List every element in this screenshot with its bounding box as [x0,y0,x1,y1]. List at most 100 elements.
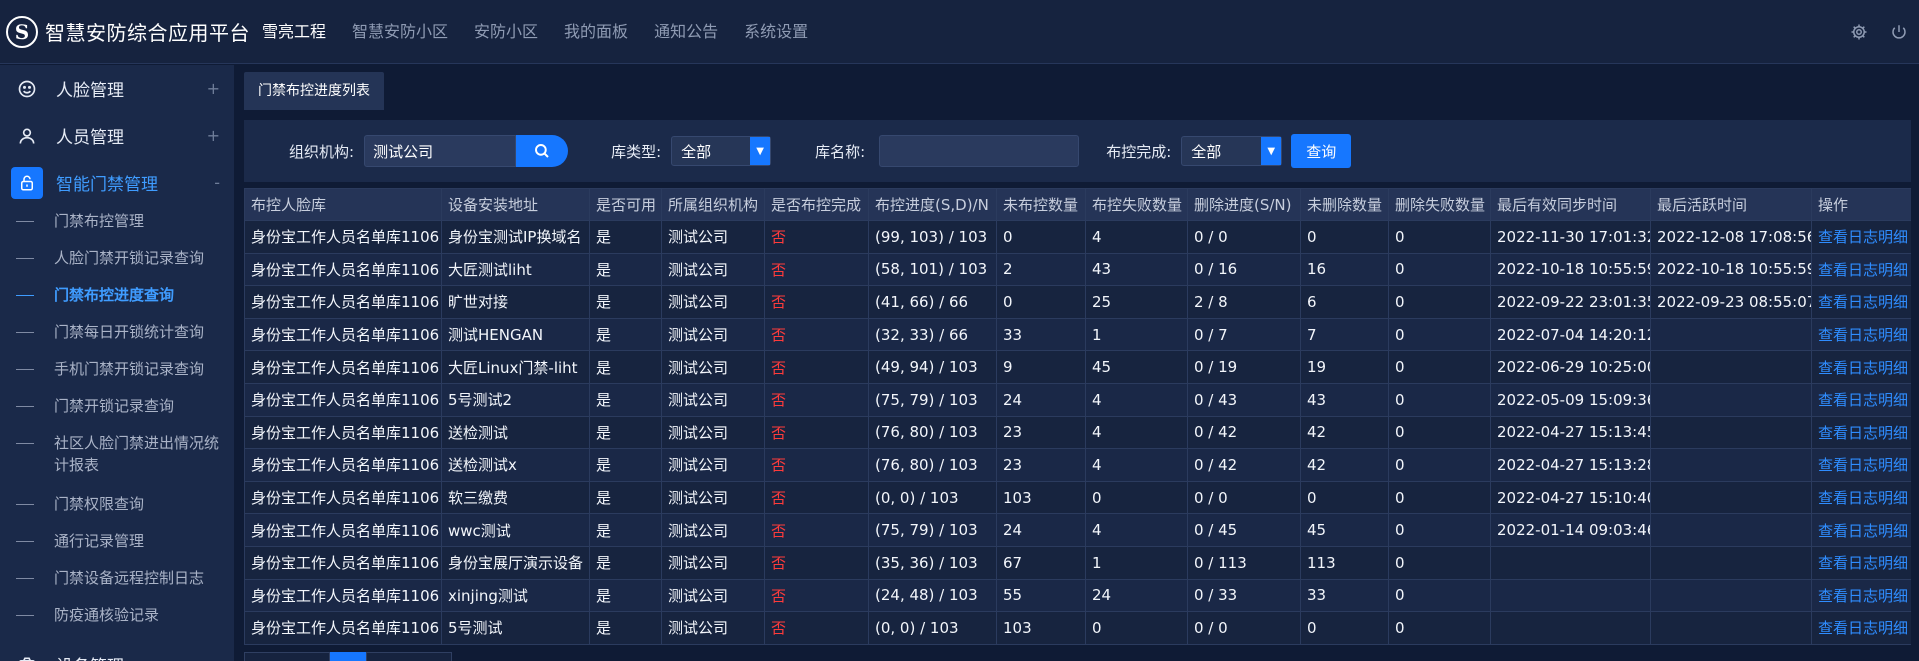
table-cell: 身份宝工作人员名单库1106 [244,480,442,515]
sidebar-group-face[interactable]: 人脸管理 + [0,65,234,112]
table-cell: 25 [1085,285,1188,319]
table-cell: 0 [1085,480,1188,515]
view-log-link[interactable]: 查看日志明细 [1811,415,1911,450]
table-cell: 0 [1300,220,1389,254]
sidebar-item-mobile-unlock-records[interactable]: 手机门禁开锁记录查询 [0,358,234,395]
table-cell: 2022-12-08 17:08:56 [1650,220,1812,254]
sidebar-item-face-unlock-records[interactable]: 人脸门禁开锁记录查询 [0,247,234,284]
page-size-select[interactable] [244,652,330,661]
table-cell: 0 [1300,480,1389,515]
dash-marker [16,332,34,333]
lib-type-select[interactable]: 全部 ▼ [671,136,772,166]
view-log-link[interactable]: 查看日志明细 [1811,252,1911,287]
table-cell: 身份宝工作人员名单库1106 [244,545,442,580]
page-next[interactable] [366,652,452,661]
org-input[interactable]: 测试公司 [364,135,517,167]
table-cell: 2 / 8 [1187,285,1301,319]
view-log-link[interactable]: 查看日志明细 [1811,448,1911,482]
table-cell: 2022-10-18 10:55:59 [1650,252,1812,287]
app-logo[interactable]: S 智慧安防综合应用平台 [0,15,262,48]
sidebar-item-permission-query[interactable]: 门禁权限查询 [0,493,234,530]
table-cell: 9 [996,350,1086,384]
sidebar-item-label: 门禁开锁记录查询 [54,397,175,415]
lib-name-input[interactable] [879,135,1080,167]
tab-deploy-progress-list[interactable]: 门禁布控进度列表 [244,72,384,110]
view-log-link[interactable]: 查看日志明细 [1811,578,1911,613]
table-cell: 身份宝工作人员名单库1106 [244,448,442,482]
nav-item-xueliang[interactable]: 雪亮工程 [262,0,326,64]
sidebar-item-unlock-records[interactable]: 门禁开锁记录查询 [0,395,234,432]
nav-item-smart-community[interactable]: 智慧安防小区 [352,0,448,64]
nav-item-notices[interactable]: 通知公告 [654,0,718,64]
view-log-link[interactable]: 查看日志明细 [1811,545,1911,580]
table-cell: 是 [589,448,662,482]
table-cell: 0 [1388,480,1491,515]
view-log-link[interactable]: 查看日志明细 [1811,317,1911,352]
org-search-button[interactable] [516,135,569,167]
view-log-link[interactable]: 查看日志明细 [1811,285,1911,319]
sidebar-group-device[interactable]: 设备管理 [0,641,234,661]
column-header: 删除失败数量 [1388,188,1491,221]
nav-item-my-panel[interactable]: 我的面板 [564,0,628,64]
page-current[interactable] [330,652,366,661]
table-cell: 4 [1085,513,1188,547]
column-header: 最后活跃时间 [1650,188,1812,221]
table-cell: 0 / 42 [1187,448,1301,482]
sidebar-group-person[interactable]: 人员管理 + [0,112,234,159]
table-cell: 测试公司 [661,382,765,417]
table-row: 身份宝工作人员名单库1106 xinjing测试是测试公司否 (24, 48) / … [244,578,1911,613]
view-log-link[interactable]: 查看日志明细 [1811,480,1911,515]
query-button[interactable]: 查询 [1291,134,1352,168]
table-cell: 0 [1085,611,1188,645]
sidebar-item-access-deploy[interactable]: 门禁布控管理 [0,210,234,247]
column-header: 删除进度(S/N) [1187,188,1301,221]
table-row: 身份宝工作人员名单库1106 身份宝展厅演示设备是测试公司否 (35, 36) / … [244,545,1911,580]
table-cell: 身份宝工作人员名单库1106 [244,317,442,352]
nav-item-safe-community[interactable]: 安防小区 [474,0,538,64]
table-cell: 0 / 0 [1187,480,1301,515]
power-icon[interactable] [1889,22,1909,42]
table-cell: 0 / 113 [1187,545,1301,580]
view-log-link[interactable]: 查看日志明细 [1811,382,1911,417]
dash-marker [16,615,34,616]
table-row: 身份宝工作人员名单库1106 wwc测试是测试公司否 (75, 79) / 103 2… [244,513,1911,547]
nav-item-settings[interactable]: 系统设置 [744,0,808,64]
table-cell: 测试HENGAN [441,317,590,352]
table-cell: 45 [1300,513,1389,547]
table-cell [1650,513,1812,547]
table-cell [1650,545,1812,580]
table-cell: 67 [996,545,1086,580]
sidebar-item-pass-records[interactable]: 通行记录管理 [0,530,234,567]
sidebar-item-label: 手机门禁开锁记录查询 [54,360,205,378]
sidebar-item-label: 门禁布控管理 [54,212,145,230]
sidebar-item-epidemic-verify[interactable]: 防疫通核验记录 [0,604,234,641]
view-log-link[interactable]: 查看日志明细 [1811,611,1911,645]
view-log-link[interactable]: 查看日志明细 [1811,513,1911,547]
expand-icon: + [206,79,220,98]
table-body: 身份宝工作人员名单库1106 身份宝测试IP换域名是测试公司否 (99, 103) … [244,220,1911,645]
dash-marker [16,578,34,579]
camera-icon [16,654,38,661]
sidebar-item-daily-unlock-stats[interactable]: 门禁每日开锁统计查询 [0,321,234,358]
table-cell: 0 [1388,415,1491,450]
gear-icon[interactable] [1849,22,1869,42]
table-cell: 是 [589,415,662,450]
table-row: 身份宝工作人员名单库1106 大匠Linux门禁-liht 是测试公司否 (49, 9… [244,350,1911,384]
table-row: 身份宝工作人员名单库1106 身份宝测试IP换域名是测试公司否 (99, 103) … [244,220,1911,254]
table-cell: 大匠Linux门禁-liht [441,350,590,384]
view-log-link[interactable]: 查看日志明细 [1811,220,1911,254]
sidebar-item-community-report[interactable]: 社区人脸门禁进出情况统计报表 [0,432,234,493]
sidebar-item-deploy-progress[interactable]: 门禁布控进度查询 [0,284,234,321]
deploy-done-select[interactable]: 全部 ▼ [1181,136,1283,166]
sidebar-item-remote-control-log[interactable]: 门禁设备远程控制日志 [0,567,234,604]
collapse-icon: - [214,173,220,192]
table-cell: 0 [1300,611,1389,645]
header-actions [1829,0,1909,64]
table-cell: 0 [1388,448,1491,482]
table-cell [1650,317,1812,352]
table-cell: 测试公司 [661,480,765,515]
lib-name-label: 库名称: [815,142,866,161]
view-log-link[interactable]: 查看日志明细 [1811,350,1911,384]
sidebar-group-access-control[interactable]: 智能门禁管理 - [0,159,234,206]
table-cell: 0 [1388,285,1491,319]
